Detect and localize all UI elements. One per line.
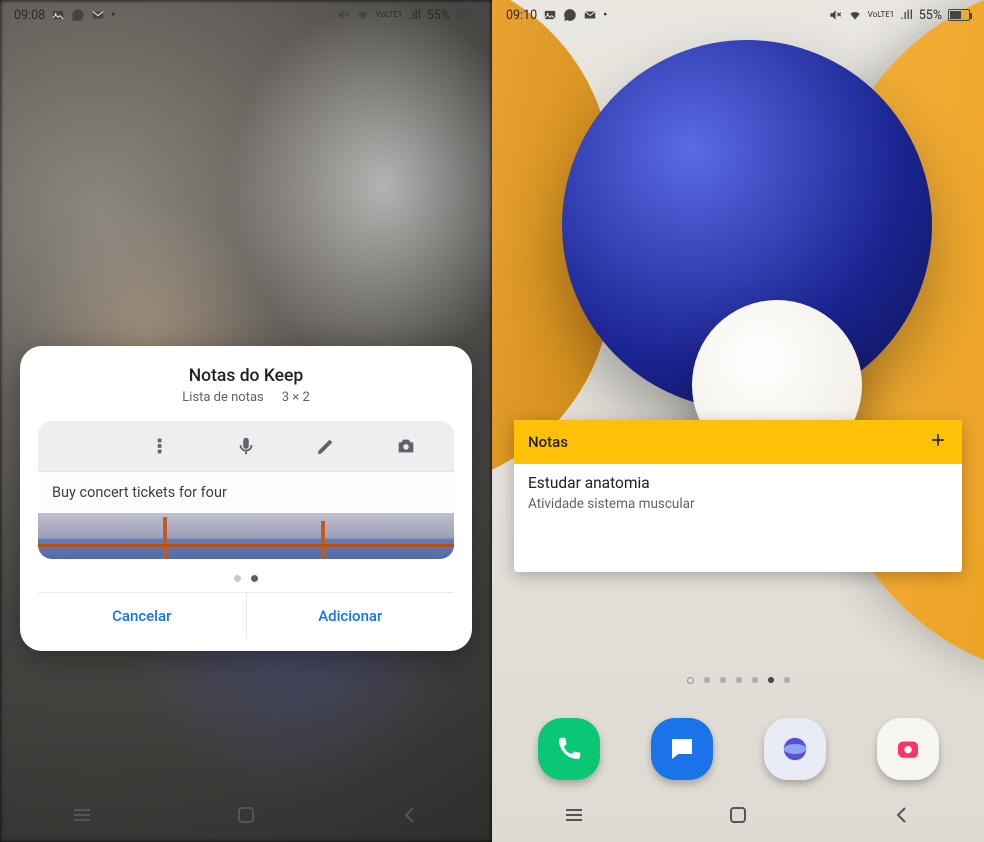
mic-icon[interactable]	[235, 435, 257, 457]
nav-recents[interactable]	[70, 803, 94, 831]
nav-recents[interactable]	[562, 803, 586, 831]
status-time: 09:08	[14, 8, 45, 23]
carrier-label: VoLTE1	[868, 11, 895, 19]
camera-app[interactable]	[877, 718, 939, 780]
nav-bar	[492, 792, 984, 842]
note-item[interactable]: Estudar anatomia Atividade sistema muscu…	[514, 464, 962, 512]
widget-preview-toolbar	[38, 421, 454, 471]
dock	[492, 718, 984, 780]
browser-app[interactable]	[764, 718, 826, 780]
nav-back[interactable]	[398, 803, 422, 831]
pager[interactable]	[38, 575, 454, 582]
widget-header-title: Notas	[528, 433, 568, 451]
battery-percent: 55%	[919, 8, 942, 23]
draw-icon[interactable]	[315, 435, 337, 457]
nav-back[interactable]	[890, 803, 914, 831]
messages-app[interactable]	[651, 718, 713, 780]
pager-dot[interactable]	[234, 575, 241, 582]
page-dot[interactable]	[784, 677, 790, 683]
keep-notes-widget[interactable]: Notas Estudar anatomia Atividade sistema…	[514, 420, 962, 572]
preview-note-image	[38, 513, 454, 559]
dialog-subtitle: Lista de notas	[182, 390, 264, 405]
phone-screen-widget-picker: 09:08 • VoLTE1 .ıll 55% Notas do Keep Li…	[0, 0, 492, 842]
signal-icon: .ıll	[900, 8, 912, 23]
image-icon	[543, 8, 557, 22]
camera-icon[interactable]	[395, 435, 417, 457]
nav-bar	[0, 792, 492, 842]
battery-icon	[456, 9, 478, 21]
preview-note-text: Buy concert tickets for four	[38, 471, 454, 513]
mail-icon	[583, 8, 597, 22]
note-title: Estudar anatomia	[528, 474, 948, 492]
widget-preview[interactable]: Buy concert tickets for four	[38, 421, 454, 559]
status-bar: 09:10 • VoLTE1 .ıll 55%	[492, 0, 984, 30]
nav-home[interactable]	[726, 803, 750, 831]
pager-dot-active[interactable]	[251, 575, 258, 582]
page-dot[interactable]	[752, 677, 758, 683]
note-body: Atividade sistema muscular	[528, 496, 948, 512]
more-icon: •	[111, 8, 115, 23]
more-icon: •	[603, 8, 607, 23]
status-bar: 09:08 • VoLTE1 .ıll 55%	[0, 0, 492, 30]
dialog-title: Notas do Keep	[38, 366, 454, 386]
page-dot-active[interactable]	[768, 677, 774, 683]
checklist-icon[interactable]	[155, 435, 177, 457]
mute-icon	[336, 8, 350, 22]
page-dot[interactable]	[704, 677, 710, 683]
wifi-icon	[848, 8, 862, 22]
battery-percent: 55%	[427, 8, 450, 23]
mute-icon	[828, 8, 842, 22]
whatsapp-icon	[563, 8, 577, 22]
battery-icon	[948, 9, 970, 21]
nav-home[interactable]	[234, 803, 258, 831]
cancel-button[interactable]: Cancelar	[38, 593, 246, 639]
page-dot-home[interactable]	[687, 677, 694, 684]
status-time: 09:10	[506, 8, 537, 23]
page-dot[interactable]	[720, 677, 726, 683]
add-button[interactable]: Adicionar	[246, 593, 455, 639]
whatsapp-icon	[71, 8, 85, 22]
phone-screen-home: 09:10 • VoLTE1 .ıll 55% Notas Estudar an…	[492, 0, 984, 842]
mail-icon	[91, 8, 105, 22]
widget-size: 3 × 2	[282, 390, 310, 405]
wifi-icon	[356, 8, 370, 22]
signal-icon: .ıll	[408, 8, 420, 23]
text-note-icon[interactable]	[75, 435, 97, 457]
image-icon	[51, 8, 65, 22]
add-note-button[interactable]	[928, 430, 948, 454]
phone-app[interactable]	[538, 718, 600, 780]
widget-header: Notas	[514, 420, 962, 464]
page-indicator[interactable]	[492, 677, 984, 684]
carrier-label: VoLTE1	[376, 11, 403, 19]
widget-picker-dialog: Notas do Keep Lista de notas 3 × 2 Buy c…	[20, 346, 472, 651]
page-dot[interactable]	[736, 677, 742, 683]
